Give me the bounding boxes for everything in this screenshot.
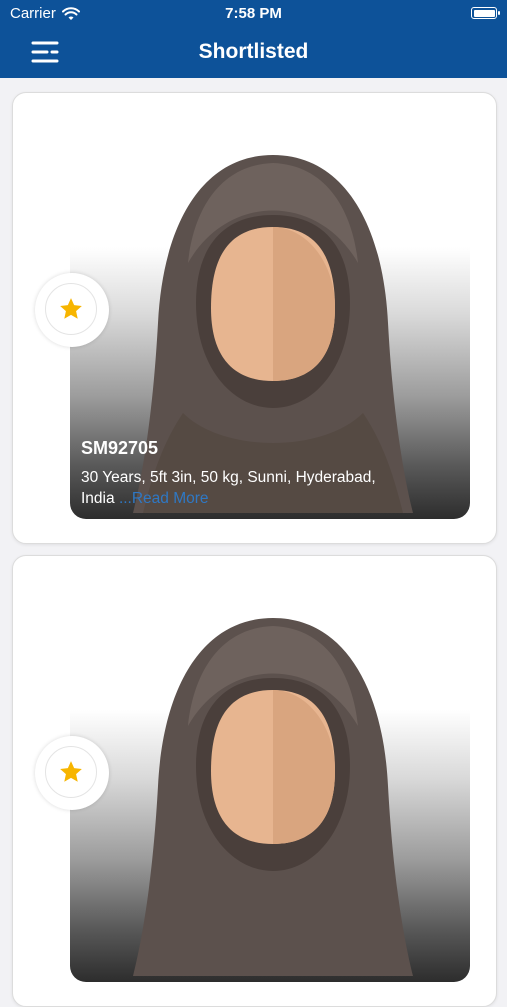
battery-icon: [471, 7, 500, 19]
profile-card[interactable]: SM92705 30 Years, 5ft 3in, 50 kg, Sunni,…: [12, 92, 497, 544]
star-icon: [60, 298, 82, 319]
page-title: Shortlisted: [198, 40, 309, 63]
shortlist-button[interactable]: [35, 273, 109, 347]
shortlist-button-ring: [45, 283, 97, 335]
profile-id: SM92705: [81, 438, 159, 458]
read-more-link[interactable]: ...Read More: [119, 490, 209, 507]
profile-details: 30 Years, 5ft 3in, 50 kg, Sunni, Hyderab…: [81, 467, 411, 509]
app-header: Carrier 7:58 PM Shortlisted: [0, 0, 507, 78]
avatar: [133, 618, 413, 976]
profile-card[interactable]: [12, 555, 497, 1007]
star-icon: [60, 761, 82, 782]
battery-fill: [473, 9, 495, 17]
status-time: 7:58 PM: [225, 5, 282, 22]
shortlist-button[interactable]: [35, 736, 109, 810]
shortlist-button-ring: [45, 746, 97, 798]
